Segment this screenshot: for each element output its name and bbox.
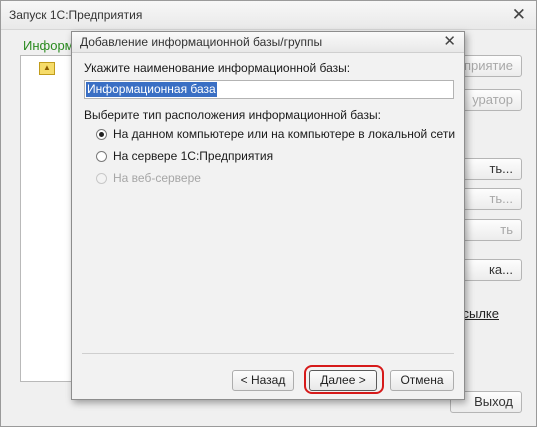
dialog-title: Добавление информационной базы/группы: [80, 35, 323, 49]
option-enterprise-server[interactable]: На сервере 1С:Предприятия: [96, 148, 273, 164]
radio-checked-icon[interactable]: [96, 128, 107, 140]
infobase-name-label: Укажите наименование информационной базы…: [84, 61, 351, 75]
option-local-computer[interactable]: На данном компьютере или на компьютере в…: [96, 126, 455, 142]
infobase-name-input[interactable]: Информационная база: [84, 80, 454, 99]
radio-disabled-icon: [96, 172, 107, 184]
location-type-label: Выберите тип расположения информационной…: [84, 108, 381, 122]
dialog-titlebar: Добавление информационной базы/группы ✕: [72, 32, 464, 53]
next-button-highlight-ring: [304, 365, 384, 394]
cancel-button[interactable]: Отмена: [390, 370, 454, 391]
launcher-close-icon[interactable]: ✕: [512, 5, 526, 25]
add-infobase-dialog: Добавление информационной базы/группы ✕ …: [71, 31, 465, 400]
option-local-computer-label: На данном компьютере или на компьютере в…: [113, 127, 456, 141]
infobase-list-caption: Информ: [23, 38, 74, 53]
infobase-icon: ▲: [39, 62, 55, 75]
dialog-separator: [82, 353, 454, 354]
option-web-server: На веб-сервере: [96, 170, 201, 186]
launcher-titlebar: Запуск 1С:Предприятия ✕: [1, 1, 536, 30]
radio-unchecked-icon[interactable]: [96, 150, 107, 162]
dialog-close-icon[interactable]: ✕: [443, 32, 456, 50]
option-enterprise-server-label: На сервере 1С:Предприятия: [113, 149, 274, 163]
back-button[interactable]: < Назад: [232, 370, 294, 391]
option-web-server-label: На веб-сервере: [113, 171, 201, 185]
infobase-name-value: Информационная база: [86, 82, 217, 97]
launcher-title: Запуск 1С:Предприятия: [9, 8, 143, 22]
